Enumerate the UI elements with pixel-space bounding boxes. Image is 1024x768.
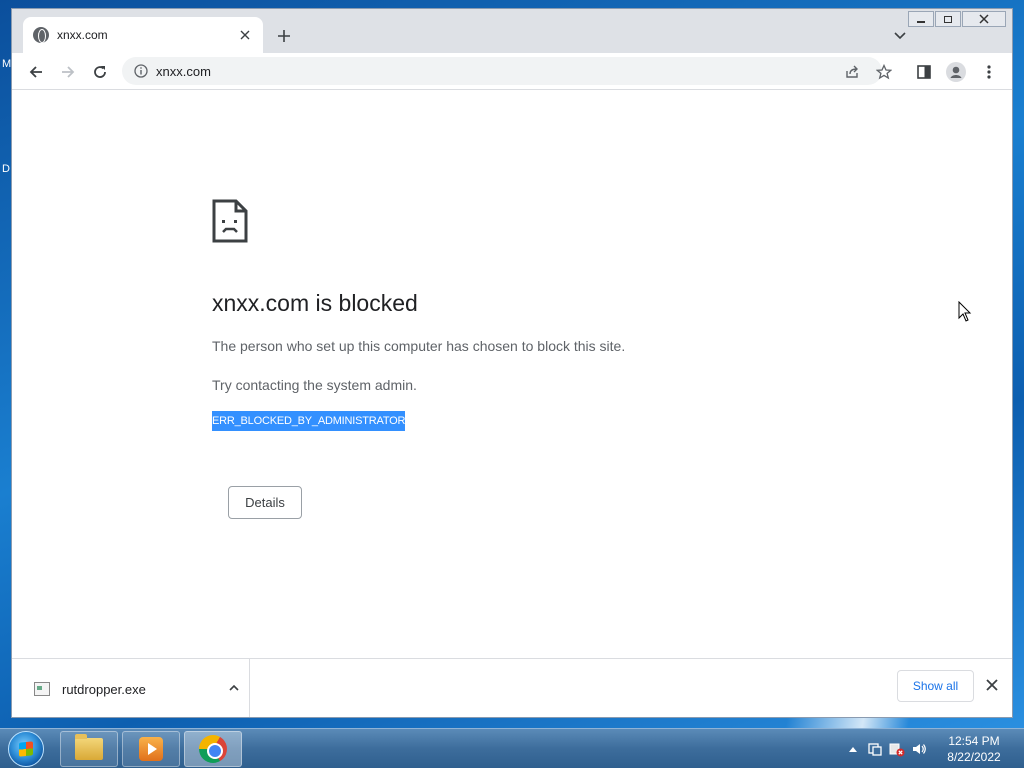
profile-avatar-icon <box>946 62 966 82</box>
network-error-icon[interactable] <box>889 741 905 757</box>
details-button[interactable]: Details <box>228 486 302 519</box>
side-panel-icon <box>917 65 931 79</box>
taskbar-media-player[interactable] <box>122 731 180 767</box>
desktop-icon-label-fragment: D <box>2 163 10 175</box>
sad-page-icon <box>212 199 248 248</box>
back-arrow-icon <box>29 66 42 78</box>
taskbar-chrome[interactable] <box>184 731 242 767</box>
taskbar: 12:54 PM 8/22/2022 <box>0 728 1024 768</box>
chevron-up-icon <box>229 684 239 691</box>
download-filename: rutdropper.exe <box>62 681 146 697</box>
address-bar-url: xnxx.com <box>156 63 211 79</box>
close-icon <box>240 30 250 40</box>
triangle-up-icon <box>849 747 857 752</box>
show-all-button[interactable]: Show all <box>897 670 974 702</box>
tab-title: xnxx.com <box>57 28 108 42</box>
new-tab-button[interactable] <box>273 25 295 47</box>
tab-search-button[interactable] <box>892 27 908 43</box>
exe-file-icon <box>34 682 50 696</box>
action-center-icon[interactable] <box>867 741 883 757</box>
media-player-icon <box>139 737 163 761</box>
taskbar-explorer[interactable] <box>60 731 118 767</box>
error-suggestion: Try contacting the system admin. <box>212 377 417 393</box>
volume-icon[interactable] <box>911 741 927 757</box>
download-shelf: rutdropper.exe Show all <box>12 658 1012 717</box>
download-options-button[interactable] <box>219 682 249 697</box>
reload-button[interactable] <box>89 61 111 83</box>
folder-icon <box>75 734 103 760</box>
close-icon <box>986 679 998 691</box>
share-button[interactable] <box>841 61 863 83</box>
error-page: xnxx.com is blocked The person who set u… <box>12 90 1012 658</box>
reload-icon <box>94 66 106 78</box>
taskbar-clock[interactable]: 12:54 PM 8/22/2022 <box>938 733 1010 765</box>
forward-button[interactable] <box>57 61 79 83</box>
share-icon <box>846 65 858 78</box>
clock-time: 12:54 PM <box>948 734 1000 748</box>
bookmark-button[interactable] <box>873 61 895 83</box>
tab-strip: xnxx.com <box>12 9 1012 53</box>
chevron-down-icon <box>894 32 906 40</box>
plus-icon <box>278 30 290 42</box>
tab-close-button[interactable] <box>237 27 253 43</box>
globe-icon <box>33 27 49 43</box>
toolbar: xnxx.com <box>12 53 1012 90</box>
menu-button[interactable] <box>978 61 1000 83</box>
browser-window: xnxx.com xnxx.com xnxx.com is blocked Th… <box>11 8 1013 718</box>
error-description: The person who set up this computer has … <box>212 338 626 354</box>
start-button[interactable] <box>8 731 44 767</box>
error-title: xnxx.com is blocked <box>212 290 418 316</box>
download-item[interactable]: rutdropper.exe <box>12 659 250 717</box>
star-icon <box>876 64 892 80</box>
system-tray <box>842 729 930 768</box>
desktop-icon-label-fragment: M <box>2 58 12 70</box>
clock-date: 8/22/2022 <box>947 750 1001 764</box>
address-bar[interactable]: xnxx.com <box>122 57 882 85</box>
error-code: ERR_BLOCKED_BY_ADMINISTRATOR <box>212 411 405 431</box>
mouse-cursor-icon <box>958 300 972 328</box>
show-hidden-icons-button[interactable] <box>845 741 861 757</box>
info-icon[interactable] <box>134 64 148 78</box>
close-shelf-button[interactable] <box>984 677 1000 693</box>
kebab-menu-icon <box>987 65 991 79</box>
profile-button[interactable] <box>945 61 967 83</box>
forward-arrow-icon <box>62 66 75 78</box>
side-panel-button[interactable] <box>913 61 935 83</box>
tab-active[interactable]: xnxx.com <box>23 17 263 53</box>
chrome-icon <box>199 735 227 763</box>
back-button[interactable] <box>25 61 47 83</box>
